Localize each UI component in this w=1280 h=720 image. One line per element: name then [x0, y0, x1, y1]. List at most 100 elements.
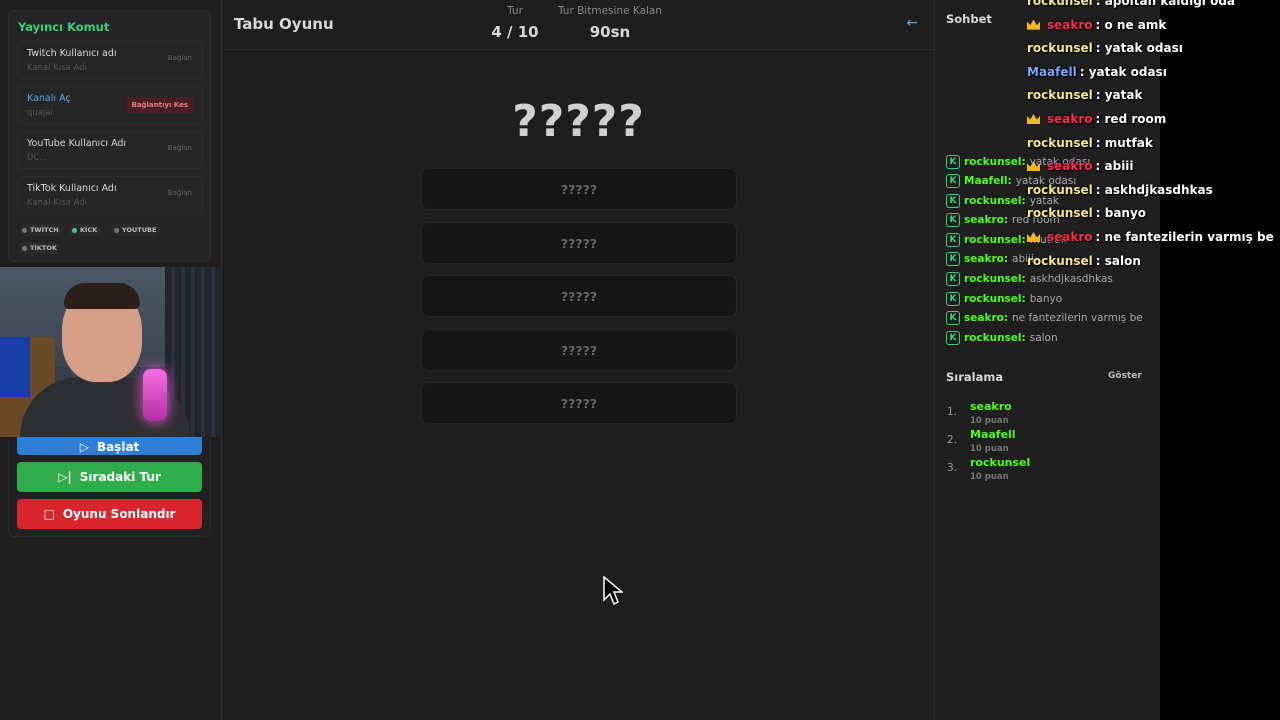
connection-card: Yayıncı Komut Twitch Kullanıcı adı Kanal… [8, 10, 211, 262]
overlay-username: Maafell [1027, 64, 1077, 79]
crown-icon [1027, 19, 1040, 30]
twitch-connection[interactable]: Twitch Kullanıcı adı Kanal Kısa Adı Bağl… [17, 41, 203, 79]
webcam-monitor [0, 337, 30, 397]
overlay-text: : ne fantezilerin varmış be [1095, 230, 1274, 244]
overlay-chat-message: rockunsel: mutfak [1027, 136, 1153, 150]
timer-label: Tur Bitmesine Kalan [557, 5, 663, 17]
overlay-text: : apoltan kaldığı oda [1095, 0, 1236, 8]
overlay-text: : askhdjkasdhkas [1095, 182, 1213, 197]
ranking-title: Sıralama [946, 370, 1004, 384]
overlay-username: rockunsel [1027, 206, 1093, 221]
overlay-username: rockunsel [1027, 88, 1093, 103]
tiktok-channel-input[interactable]: Kanal Kısa Adı [27, 198, 87, 208]
game-header: Tabu Oyunu Tur 4 / 10 Tur Bitmesine Kala… [222, 0, 935, 50]
chat-text: ne fantezilerin varmış be [1012, 312, 1143, 324]
status-label: KİCK [80, 226, 98, 234]
kick-badge-icon: K [946, 233, 960, 247]
chat-title: Sohbet [946, 12, 992, 26]
webcam-person-hair [64, 283, 140, 309]
crown-icon [1027, 114, 1040, 124]
overlay-username: seakro [1047, 112, 1093, 126]
rank-number: 3. [947, 462, 958, 474]
panel-title: Yayıncı Komut [18, 20, 110, 34]
chat-text: banyo [1029, 293, 1063, 305]
kick-disconnect-button[interactable]: Bağlantıyı Kes [126, 97, 193, 113]
status-dot-icon [22, 227, 27, 233]
overlay-chat-message: rockunsel: apoltan kaldığı oda [1027, 0, 1235, 8]
chat-username: seakro: [964, 214, 1009, 226]
chat-text: askhdjkasdhkas [1029, 273, 1113, 285]
status-dot-icon [22, 245, 27, 251]
kick-badge-icon: K [946, 213, 960, 227]
secret-word: ????? [512, 96, 645, 147]
overlay-username: seakro [1047, 17, 1093, 32]
overlay-username: rockunsel [1027, 253, 1093, 268]
overlay-text: : yatak odası [1079, 64, 1167, 79]
kick-badge-icon: K [946, 252, 960, 266]
tiktok-connection[interactable]: TikTok Kullanıcı Adı Kanal Kısa Adı Bağl… [17, 176, 203, 214]
overlay-text: : red room [1095, 112, 1167, 126]
status-dot-icon [72, 227, 77, 233]
crown-icon [1027, 161, 1040, 172]
forbidden-word: ????? [421, 382, 737, 424]
kick-channel-input[interactable]: quajai [27, 108, 53, 118]
kick-badge-icon: K [946, 174, 960, 188]
twitch-channel-input[interactable]: Kanal Kısa Adı [27, 63, 87, 73]
kick-badge-icon: K [946, 194, 960, 208]
chat-message: Krockunsel: askhdjkasdhkas [946, 272, 1113, 286]
chat-text: salon [1029, 332, 1058, 344]
twitch-username-label: Twitch Kullanıcı adı [27, 48, 117, 59]
chat-panel: Sohbet Krockunsel: yatak odası K Maafell: y… [936, 0, 1160, 720]
overlay-chat-message: seakro: red room [1027, 112, 1166, 126]
overlay-chat-message: rockunsel: askhdjkasdhkas [1027, 183, 1213, 197]
next-round-button[interactable]: ▷| Sıradaki Tur [17, 462, 202, 492]
overlay-chat-message: rockunsel: salon [1027, 254, 1141, 268]
chat-username: rockunsel: [964, 293, 1026, 305]
game-area: Tabu Oyunu Tur 4 / 10 Tur Bitmesine Kala… [222, 0, 935, 720]
play-icon: ▷ [79, 439, 89, 454]
overlay-chat-message: rockunsel: yatak odası [1027, 41, 1183, 55]
show-ranking-button[interactable]: Göster [1108, 371, 1142, 381]
youtube-connect-button[interactable]: Bağlan [168, 144, 192, 152]
overlay-chat-message: rockunsel: banyo [1027, 206, 1146, 220]
chat-message: Kseakro: abiii [946, 252, 1034, 266]
rank-player-name: seakro [970, 400, 1012, 413]
rank-player-name: rockunsel [970, 456, 1031, 469]
chat-username: seakro: [964, 253, 1009, 265]
kick-badge-icon: K [946, 331, 960, 345]
twitch-status-badge: TWİTCH [19, 224, 63, 236]
forbidden-word: ????? [421, 168, 737, 210]
end-game-label: Oyunu Sonlandır [62, 507, 176, 521]
chat-username: rockunsel: [964, 234, 1026, 246]
kick-badge-icon: K [946, 272, 960, 286]
forbidden-word: ????? [421, 222, 737, 264]
webcam-overlay [0, 267, 253, 437]
overlay-chat-message: seakro: abiii [1027, 159, 1134, 173]
start-label: Başlat [96, 439, 140, 454]
round-label: Tur [507, 5, 523, 17]
timer-value: 90sn [589, 23, 631, 41]
kick-badge-icon: K [946, 155, 960, 169]
status-label: YOUTUBE [122, 226, 157, 234]
round-value: 4 / 10 [491, 23, 539, 41]
status-label: TİKTOK [30, 244, 57, 252]
next-round-label: Sıradaki Tur [79, 470, 161, 484]
back-arrow-icon[interactable]: ← [906, 15, 918, 31]
tiktok-connect-button[interactable]: Bağlan [168, 189, 192, 197]
skip-next-icon: ▷| [58, 470, 72, 484]
kick-status-badge: KİCK [69, 224, 102, 236]
end-game-button[interactable]: □ Oyunu Sonlandır [17, 499, 202, 529]
youtube-channel-input[interactable]: UC... [27, 153, 47, 163]
overlay-username: rockunsel [1027, 182, 1093, 197]
chat-message: Krockunsel: banyo [946, 292, 1062, 306]
youtube-connection[interactable]: YouTube Kullanıcı Adı UC... Bağlan [17, 131, 203, 169]
kick-connection[interactable]: Kanalı Aç quajai Bağlantıyı Kes [17, 86, 203, 124]
twitch-connect-button[interactable]: Bağlan [168, 54, 192, 62]
rank-number: 1. [947, 406, 958, 418]
chat-username: rockunsel: [964, 332, 1026, 344]
overlay-text: : banyo [1095, 206, 1147, 221]
youtube-username-label: YouTube Kullanıcı Adı [27, 138, 127, 149]
overlay-text: : yatak [1095, 88, 1143, 103]
open-channel-link[interactable]: Kanalı Aç [27, 93, 71, 104]
overlay-chat-message: Maafell: yatak odası [1027, 65, 1167, 79]
